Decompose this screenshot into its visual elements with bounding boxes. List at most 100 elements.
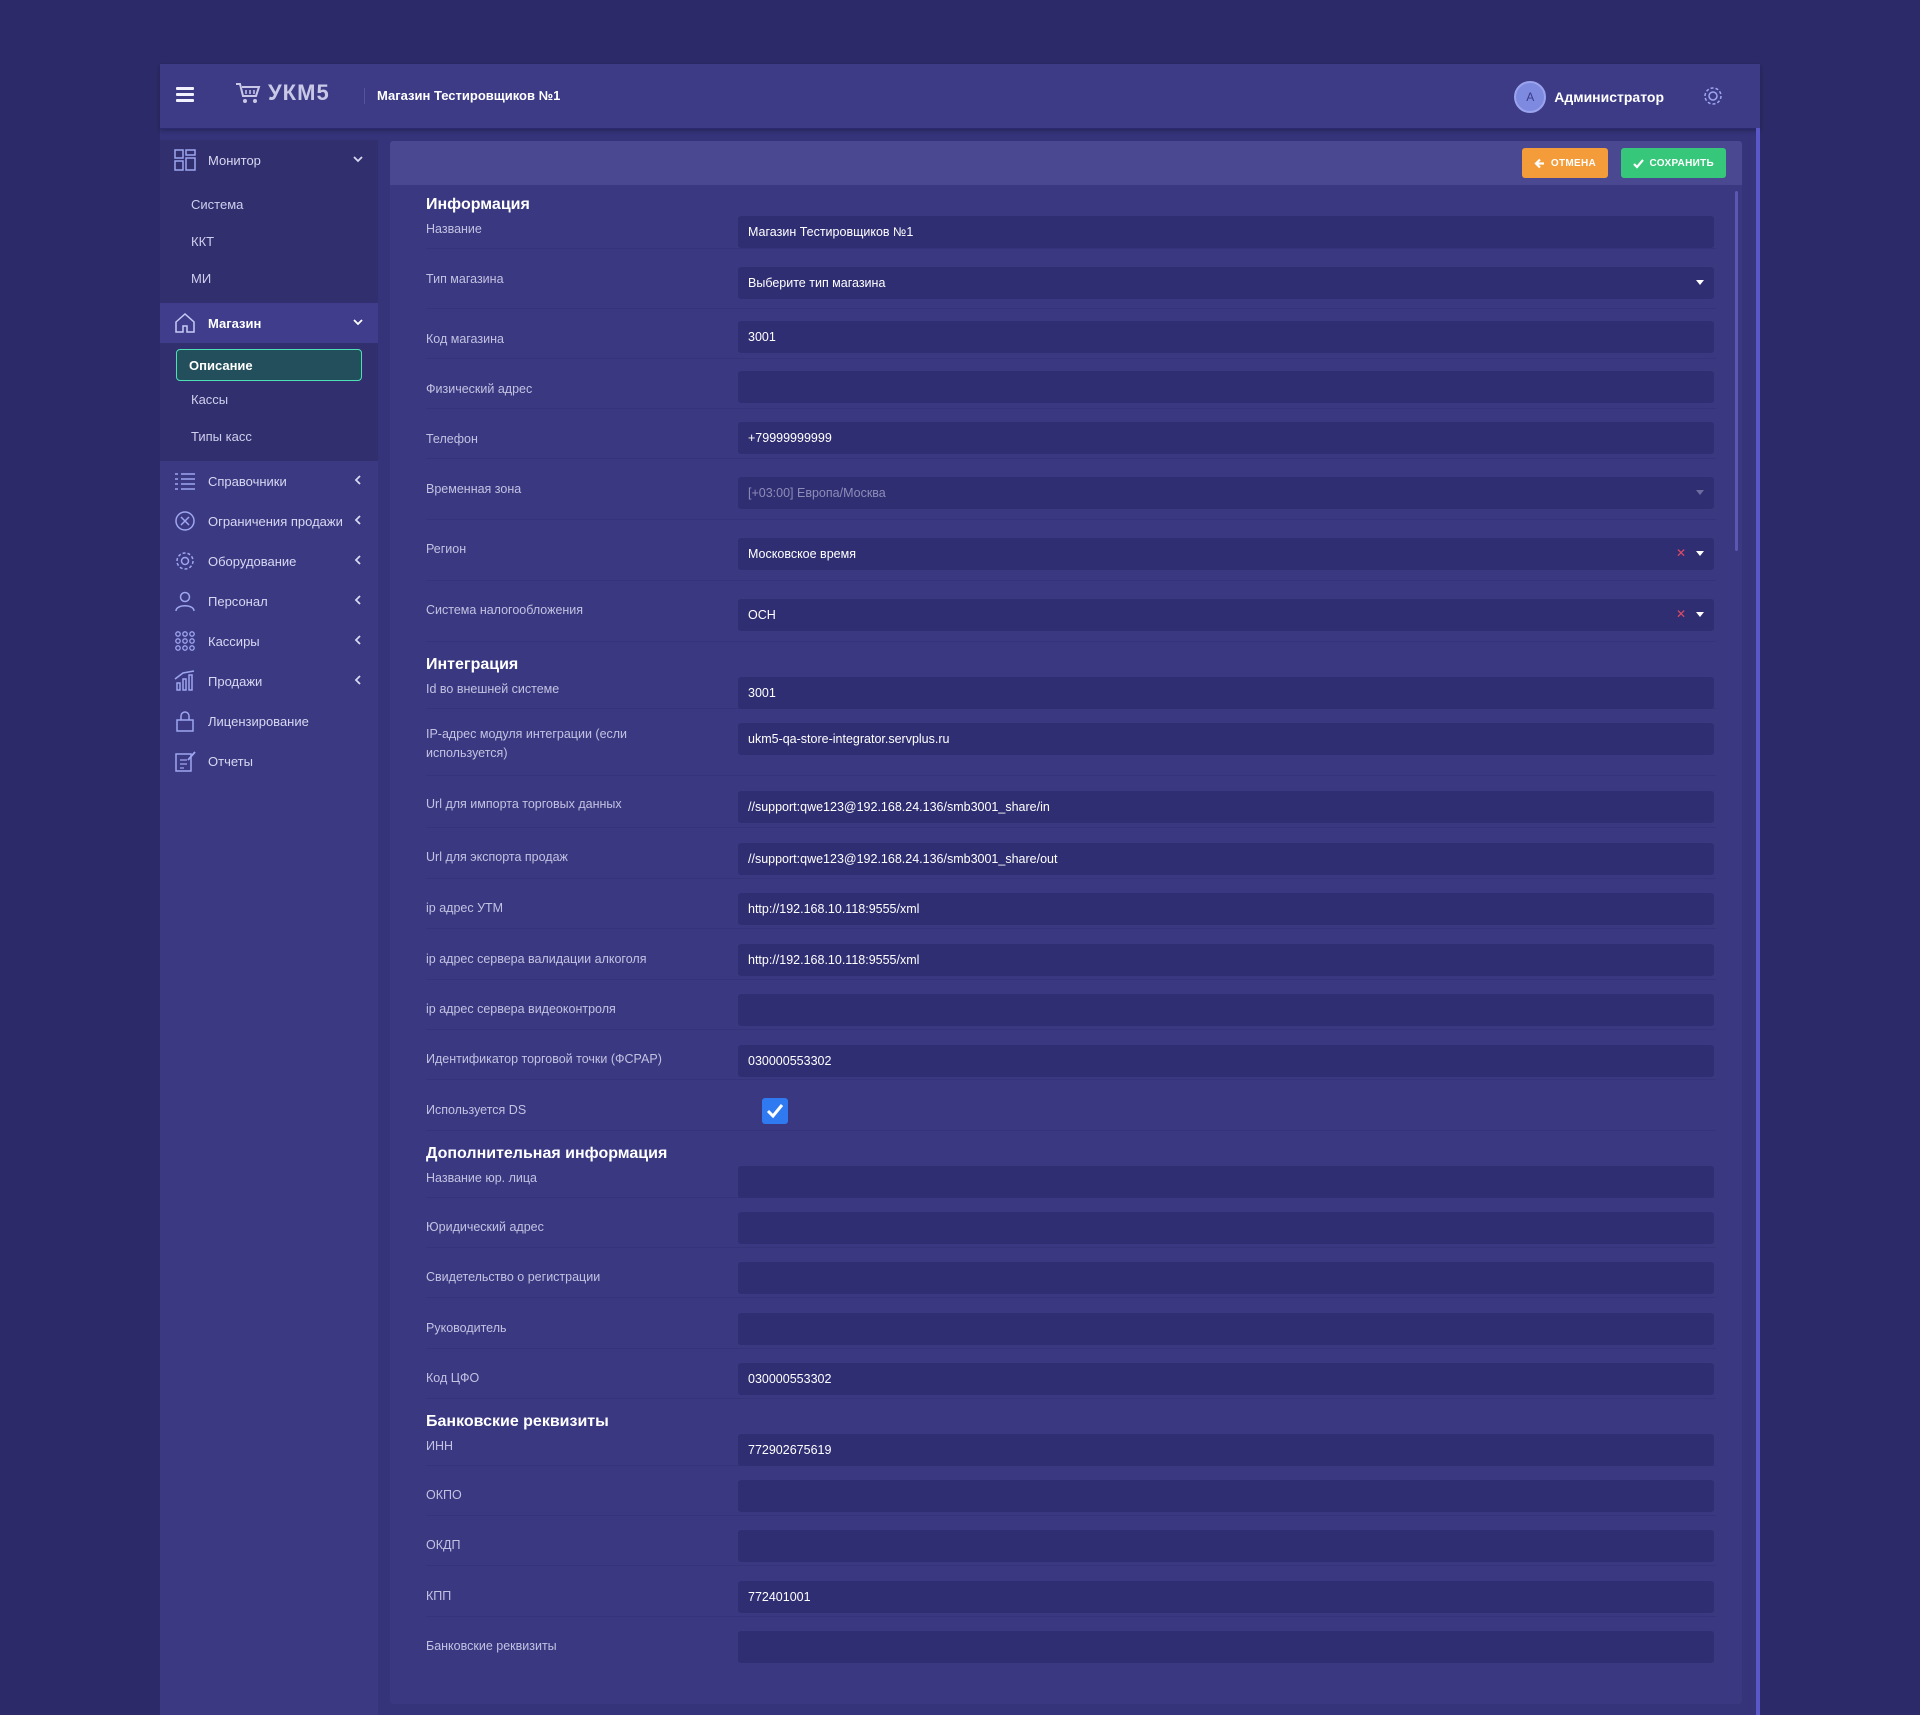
chevron-left-icon [354,635,361,645]
store-code-field[interactable]: 3001 [738,321,1714,353]
region-value: Московское время [748,547,856,561]
url-export-field[interactable]: //support:qwe123@192.168.24.136/smb3001_… [738,843,1714,875]
section-title-bank: Банковские реквизиты [426,1413,609,1430]
label-video: ip адрес сервера видеоконтроля [426,1002,616,1016]
logo[interactable]: УКМ5 [234,80,330,106]
scrollbar[interactable] [1735,191,1738,551]
section-title-additional: Дополнительная информация [426,1145,668,1162]
tax-system-select[interactable]: ОСН ✕ [738,599,1714,631]
label-alco: ip адрес сервера валидации алкоголя [426,952,647,966]
row-url-import: Url для импорта торговых данных //suppor… [426,776,1716,828]
avatar: А [1514,81,1547,113]
video-server-field[interactable] [738,994,1714,1026]
row-kpp: КПП 772401001 [426,1566,1716,1617]
address-field[interactable] [738,371,1714,403]
label-tax: Система налогообложения [426,603,584,617]
label-ip-module: IP-адрес модуля интеграции (если использ… [426,727,628,760]
sidebar-item-label: Магазин [208,315,262,331]
sidebar-item-cashiers[interactable]: Кассиры [160,621,378,661]
sidebar-subitem-system[interactable]: Система [160,186,378,223]
row-cfo: Код ЦФО 030000553302 [426,1349,1716,1399]
section-title-integration: Интеграция [426,656,519,673]
sidebar-item-reports[interactable]: Отчеты [160,741,378,781]
sidebar-subitem-cash-registers[interactable]: Кассы [160,381,378,418]
label-kpp: КПП [426,1589,452,1603]
caret-down-icon [1696,551,1704,556]
name-field[interactable]: Магазин Тестировщиков №1 [738,216,1714,248]
store-form: Информация Название Магазин Тестировщико… [426,196,1716,1666]
label-bank-details: Банковские реквизиты [426,1639,557,1653]
settings-gear-icon[interactable] [1701,84,1725,108]
label-utm: ip адрес УТМ [426,901,504,915]
director-field[interactable] [738,1313,1714,1345]
arrow-left-icon [1534,158,1544,168]
store-type-select[interactable]: Выберите тип магазина [738,267,1714,299]
sidebar-subitem-mi[interactable]: МИ [160,260,378,297]
label-url-export: Url для экспорта продаж [426,850,568,864]
sidebar-item-monitor[interactable]: Монитор [160,140,378,180]
sidebar-subitem-kkt[interactable]: ККТ [160,223,378,260]
cart-icon [236,83,261,103]
sidebar-item-directories[interactable]: Справочники [160,461,378,501]
cancel-circle-icon [174,510,196,532]
save-label: СОХРАНИТЬ [1649,157,1714,169]
legal-address-field[interactable] [738,1212,1714,1244]
row-timezone: Временная зона [+03:00] Европа/Москва [426,459,1716,520]
clear-icon[interactable]: ✕ [1676,607,1686,621]
clear-icon[interactable]: ✕ [1676,546,1686,560]
alco-server-field[interactable]: http://192.168.10.118:9555/xml [738,944,1714,976]
cfo-code-field[interactable]: 030000553302 [738,1363,1714,1395]
app-window: УКМ5 Магазин Тестировщиков №1 А Админист… [160,64,1760,1715]
store-submenu: Описание Кассы Типы касс [160,343,378,461]
menu-icon[interactable] [176,84,198,108]
caret-down-icon [1696,280,1704,285]
okpo-field[interactable] [738,1480,1714,1512]
sidebar-item-label: Ограничения продажи [208,513,343,529]
row-reg-cert: Свидетельство о регистрации [426,1248,1716,1298]
check-icon [766,1104,784,1119]
label-timezone: Временная зона [426,482,522,496]
reg-cert-field[interactable] [738,1262,1714,1294]
sidebar-item-licensing[interactable]: Лицензирование [160,701,378,741]
uses-ds-checkbox[interactable] [762,1098,788,1124]
sidebar-item-staff[interactable]: Персонал [160,581,378,621]
row-okdp: ОКДП [426,1516,1716,1566]
row-legal-address: Юридический адрес [426,1198,1716,1248]
bank-details-field[interactable] [738,1631,1714,1663]
ext-id-field[interactable]: 3001 [738,677,1714,709]
sidebar-subitem-description[interactable]: Описание [176,349,362,381]
ip-module-field[interactable]: ukm5-qa-store-integrator.servplus.ru [738,723,1714,755]
sidebar-item-sales[interactable]: Продажи [160,661,378,701]
sidebar-item-sale-restrictions[interactable]: Ограничения продажи [160,501,378,541]
kpp-field[interactable]: 772401001 [738,1581,1714,1613]
lock-icon [174,710,196,732]
chevron-down-icon [353,156,363,163]
phone-field[interactable]: +79999999999 [738,422,1714,454]
sidebar-subitem-register-types[interactable]: Типы касс [160,418,378,455]
sidebar-item-equipment[interactable]: Оборудование [160,541,378,581]
save-button[interactable]: СОХРАНИТЬ [1620,148,1726,178]
inn-field[interactable]: 772902675619 [738,1434,1714,1466]
sidebar-item-label: Справочники [208,473,287,489]
timezone-value: [+03:00] Европа/Москва [748,486,886,500]
chevron-left-icon [354,475,361,485]
caret-down-icon [1696,612,1704,617]
label-ds: Используется DS [426,1103,527,1117]
url-import-field[interactable]: //support:qwe123@192.168.24.136/smb3001_… [738,791,1714,823]
row-phone: Телефон +79999999999 [426,409,1716,459]
sidebar-item-label: Персонал [208,593,268,609]
okdp-field[interactable] [738,1530,1714,1562]
caret-down-icon [1696,490,1704,495]
legal-name-field[interactable] [738,1166,1714,1198]
top-header: УКМ5 Магазин Тестировщиков №1 А Админист… [160,64,1760,129]
timezone-select[interactable]: [+03:00] Европа/Москва [738,477,1714,509]
sidebar-item-store[interactable]: Магазин [160,303,378,343]
row-ext-id: Id во внешней системе 3001 [426,677,1716,709]
row-url-export: Url для экспорта продаж //support:qwe123… [426,828,1716,879]
chevron-down-icon [353,319,363,326]
utm-field[interactable]: http://192.168.10.118:9555/xml [738,893,1714,925]
cancel-button[interactable]: ОТМЕНА [1521,148,1608,178]
fsrar-field[interactable]: 030000553302 [738,1045,1714,1077]
user-menu[interactable]: А Администратор [1514,81,1664,113]
region-select[interactable]: Московское время ✕ [738,538,1714,570]
